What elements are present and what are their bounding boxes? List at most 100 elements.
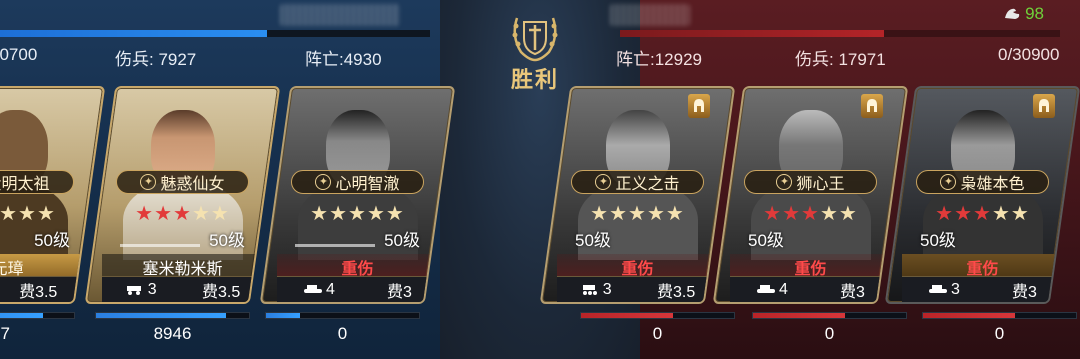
hero-star-rating: ★★★★★ [310, 203, 405, 225]
enemy-hero-3-hp-value: 0 [994, 324, 1005, 343]
troop-count-value: 3 [602, 280, 612, 298]
hero-level-bar [295, 244, 375, 247]
siege-engine-icon [582, 285, 597, 295]
hero-level: 50级 [384, 231, 420, 250]
hero-level: 50级 [575, 231, 611, 250]
enemy-total-hp-fill [620, 30, 1060, 37]
hero-skill-label: ✦ 枭雄本色 [916, 170, 1049, 194]
hp-fill [923, 313, 1015, 318]
skill-name: 大明太祖 [0, 176, 50, 193]
hero-level: 50级 [209, 231, 245, 250]
hero-skill-label: ✦ 正义之击 [571, 170, 704, 194]
allied-hp-value: 30700 [0, 45, 38, 64]
enemy-killed-count: 阵亡:12929 [616, 50, 702, 69]
allied-total-hp-bar [0, 30, 430, 37]
troop-count-value: 3 [951, 280, 960, 298]
hero-troop-count: 4 [303, 281, 335, 299]
hero-skill-label: ✦ 狮心王 [744, 170, 877, 194]
hero-troop-count: 3 [580, 281, 612, 299]
hero-skill-label: ✦ 魅惑仙女 [116, 170, 249, 194]
enemy-total-hp-bar [620, 30, 1060, 37]
helmet-badge-icon [861, 94, 883, 118]
hero-cost: 费3.5 [657, 283, 696, 301]
enemy-player-name-blurred [610, 4, 690, 26]
hero-stats-row: 3 费3.5 [557, 276, 718, 302]
hero-skill-label: ✦ 心明智澈 [291, 170, 424, 194]
laurel-shield-sword-icon [512, 17, 558, 62]
hero-skill-label: ✦ 大明太祖 [0, 170, 74, 194]
enemy-hero-card-2[interactable]: ✦ 狮心王 ★★★★★ 50级 重伤 4 费3 [712, 86, 909, 304]
hp-fill [581, 313, 673, 318]
compass-star-icon: ✦ [940, 174, 957, 190]
enemy-hero-card-1[interactable]: ✦ 正义之击 ★★★★★ 50级 重伤 3 费3.5 [539, 86, 736, 304]
skill-name: 魅惑仙女 [160, 176, 225, 193]
hp-fill [266, 313, 300, 318]
allied-hero-card-2[interactable]: ✦ 魅惑仙女 ★★★★★ 50级 塞米勒米斯 3 费3.5 [84, 86, 281, 304]
enemy-hero-3-hp-bar [922, 312, 1077, 319]
hero-star-rating: ★★★★★ [135, 203, 230, 225]
hero-star-rating: ★★★★★ [590, 203, 685, 225]
hero-cost: 费3 [1012, 283, 1037, 301]
enemy-wounded-count: 伤兵: 17971 [795, 50, 886, 69]
hp-fill [753, 313, 845, 318]
hero-cost: 费3.5 [202, 283, 241, 301]
enemy-power-indicator: 98 [1003, 4, 1044, 24]
enemy-hp-value: 0/30900 [998, 45, 1060, 64]
hero-level: 50级 [920, 231, 956, 250]
allied-hero-2-hp-value: 8946 [153, 324, 192, 343]
hero-stats-row: 费3.5 [0, 276, 88, 302]
skill-name: 正义之击 [615, 176, 680, 193]
troop-count-value: 3 [147, 280, 157, 298]
hero-star-rating: ★★★ [0, 203, 56, 225]
enemy-hero-card-3[interactable]: ✦ 枭雄本色 ★★★★★ 50级 重伤 3 费3 [884, 86, 1080, 304]
hero-cost: 费3 [840, 283, 865, 301]
compass-star-icon: ✦ [140, 174, 157, 190]
hero-level-bar [120, 244, 200, 247]
hero-level: 50级 [748, 231, 784, 250]
hero-cost: 费3 [387, 283, 412, 301]
allied-hero-3-hp-bar [265, 312, 420, 319]
victory-emblem: 胜利 [470, 6, 600, 92]
allied-total-hp-fill [0, 30, 267, 37]
hero-cost: 费3.5 [19, 283, 58, 301]
hero-star-rating: ★★★★★ [935, 203, 1030, 225]
tank-icon [757, 285, 776, 293]
tank-icon [929, 285, 948, 293]
skill-name: 枭雄本色 [960, 176, 1025, 193]
hero-stats-row: 4 费3 [730, 276, 891, 302]
troop-count-value: 4 [326, 280, 335, 298]
allied-killed-count: 阵亡:4930 [305, 50, 382, 69]
enemy-hero-2-hp-bar [752, 312, 907, 319]
enemy-power-value: 98 [1025, 4, 1044, 23]
allied-hero-3-hp-value: 0 [337, 324, 348, 343]
hero-troop-count: 3 [928, 281, 960, 299]
hp-fill [0, 313, 44, 318]
battle-result-screen: 30700 伤兵: 7927 阵亡:4930 98 阵亡:12929 伤兵: 1… [0, 0, 1080, 359]
skill-name: 心明智澈 [335, 176, 400, 193]
hero-troop-count: 4 [756, 281, 788, 299]
hero-troop-count: 3 [125, 281, 157, 299]
helmet-badge-icon [688, 94, 710, 118]
troop-count-value: 4 [779, 280, 788, 298]
skill-name: 狮心王 [796, 176, 845, 193]
tank-icon [304, 285, 323, 293]
hero-stats-row: 3 费3.5 [102, 276, 263, 302]
allied-hero-card-3[interactable]: ✦ 心明智澈 ★★★★★ 50级 重伤 4 费3 [259, 86, 456, 304]
hero-stats-row: 4 费3 [277, 276, 438, 302]
allied-hero-1-hp-bar [0, 312, 75, 319]
compass-star-icon: ✦ [315, 174, 332, 190]
allied-hero-2-hp-bar [95, 312, 250, 319]
allied-wounded-count: 伤兵: 7927 [115, 50, 197, 69]
allied-hero-1-hp-value: 97 [0, 324, 10, 343]
hero-star-rating: ★★★★★ [763, 203, 858, 225]
compass-star-icon: ✦ [595, 174, 612, 190]
enemy-hero-2-hp-value: 0 [824, 324, 835, 343]
hp-fill [96, 313, 227, 318]
hero-stats-row: 3 费3 [902, 276, 1063, 302]
enemy-hero-1-hp-bar [580, 312, 735, 319]
allied-player-name-blurred [280, 4, 400, 26]
hero-level: 50级 [34, 231, 71, 250]
compass-star-icon: ✦ [776, 174, 793, 190]
flexed-arm-icon [1005, 8, 1020, 19]
helmet-badge-icon [1033, 94, 1055, 118]
